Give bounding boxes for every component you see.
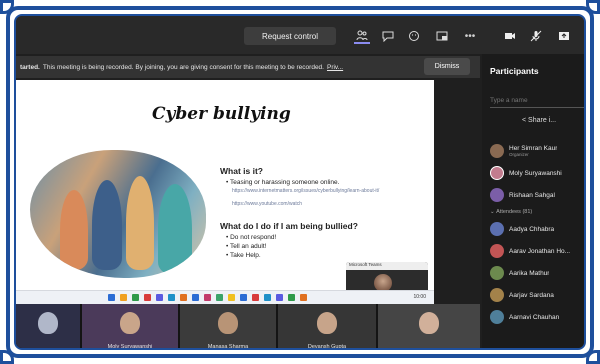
participant-search-input[interactable] — [490, 94, 584, 108]
taskbar-app-icon[interactable] — [204, 294, 211, 301]
avatar — [490, 222, 504, 236]
rooms-icon[interactable] — [434, 28, 450, 44]
tile-name: Manasa Sharma — [207, 344, 249, 350]
participant-row[interactable]: Aarnavi Chauhan — [490, 306, 584, 328]
taskbar-clock: 10:00 — [413, 294, 426, 300]
taskbar-app-icon[interactable] — [168, 294, 175, 301]
privacy-link[interactable]: Priv... — [327, 64, 343, 71]
participant-row[interactable]: Her Simran Kaur Organizer — [490, 140, 584, 162]
windows-taskbar: 10:00 — [16, 290, 434, 304]
avatar — [490, 166, 504, 180]
taskbar-app-icon[interactable] — [300, 294, 307, 301]
participant-role: Organizer — [509, 152, 529, 157]
mic-icon[interactable] — [528, 28, 544, 44]
share-icon[interactable] — [556, 28, 572, 44]
participant-name: Aarjav Sardana — [509, 291, 554, 299]
people-icon[interactable] — [354, 28, 370, 44]
recording-banner: tarted. This meeting is being recorded. … — [16, 56, 480, 78]
avatar — [490, 244, 504, 258]
video-strip: Moly Suryawanshi Manasa Sharma Devansh G… — [16, 304, 480, 350]
participant-video — [120, 312, 140, 334]
taskbar-app-icon[interactable] — [108, 294, 115, 301]
mini-window-title: Microsoft Teams — [346, 262, 428, 270]
camera-icon[interactable] — [502, 28, 518, 44]
video-tile[interactable]: Moly Suryawanshi — [82, 304, 178, 350]
attendees-label: Attendees (81) — [496, 209, 533, 215]
bullet: Tell an adult! — [226, 243, 420, 250]
participant-video — [419, 312, 439, 334]
slide-photo — [30, 150, 206, 278]
participants-panel: Participants < Share i... Her Simran Kau… — [482, 54, 584, 348]
share-invite-icon: < — [522, 117, 527, 124]
video-tile[interactable]: Devansh Gupta — [278, 304, 376, 350]
reactions-icon[interactable] — [406, 28, 422, 44]
dismiss-button[interactable]: Dismiss — [424, 58, 470, 75]
panel-title: Participants — [490, 66, 539, 76]
video-tile[interactable]: Manasa Sharma — [180, 304, 276, 350]
bullet: Teasing or harassing someone online. — [226, 179, 420, 186]
taskbar-app-icon[interactable] — [276, 294, 283, 301]
tile-name: Moly Suryawanshi — [107, 344, 153, 350]
taskbar-app-icon[interactable] — [264, 294, 271, 301]
participant-video — [38, 312, 58, 334]
frame-corner — [586, 350, 600, 364]
participant-row[interactable]: Rishaan Sahgal — [490, 184, 584, 206]
participant-video — [218, 312, 238, 334]
slide-link[interactable]: https://www.youtube.com/watch — [232, 201, 420, 208]
taskbar-app-icon[interactable] — [156, 294, 163, 301]
participant-name: Rishaan Sahgal — [509, 191, 555, 199]
participant-name: Aadya Chhabra — [509, 225, 555, 233]
participant-row[interactable]: Moly Suryawanshi — [490, 162, 584, 184]
banner-text: This meeting is being recorded. By joini… — [42, 63, 324, 71]
taskbar-app-icon[interactable] — [120, 294, 127, 301]
taskbar-app-icon[interactable] — [132, 294, 139, 301]
share-invite-button[interactable]: < Share i... — [522, 117, 556, 124]
shared-slide: Cyber bullying What is it? Teasing or ha… — [16, 80, 434, 304]
taskbar-app-icon[interactable] — [144, 294, 151, 301]
taskbar-app-icon[interactable] — [288, 294, 295, 301]
taskbar-app-icon[interactable] — [192, 294, 199, 301]
section-heading: What is it? — [220, 166, 263, 176]
participant-row[interactable]: Aarav Jonathan Ho... — [490, 240, 584, 262]
avatar — [490, 310, 504, 324]
avatar — [490, 144, 504, 158]
participant-name: Her Simran Kaur — [509, 145, 558, 152]
chat-icon[interactable] — [380, 28, 396, 44]
screenshot-area: Request control ••• tarted. This meeting… — [14, 14, 586, 350]
video-tile[interactable] — [16, 304, 80, 348]
slide-body: What is it? Teasing or harassing someone… — [220, 166, 420, 261]
avatar — [490, 288, 504, 302]
meeting-toolbar: Request control ••• — [16, 16, 584, 54]
participant-row[interactable]: Aadya Chhabra — [490, 218, 584, 240]
attendees-header[interactable]: ⌄ Attendees (81) — [490, 206, 584, 218]
participant-name: Aarika Mathur — [509, 269, 550, 277]
slide-link[interactable]: https://www.internetmatters.org/issues/c… — [232, 188, 420, 195]
avatar — [490, 266, 504, 280]
bullet: Do not respond! — [226, 234, 420, 241]
more-icon[interactable]: ••• — [462, 28, 478, 44]
tile-name: Devansh Gupta — [307, 344, 347, 350]
participant-name: Aarav Jonathan Ho... — [509, 247, 571, 255]
taskbar-app-icon[interactable] — [216, 294, 223, 301]
taskbar-app-icon[interactable] — [240, 294, 247, 301]
participant-list: Her Simran Kaur Organizer Moly Suryawans… — [490, 140, 584, 328]
bullet: Take Help. — [226, 252, 420, 259]
participant-row[interactable]: Aarjav Sardana — [490, 284, 584, 306]
section-heading: What do I do if I am being bullied? — [220, 221, 358, 231]
banner-bold: tarted. — [20, 63, 40, 71]
avatar — [490, 188, 504, 202]
participant-row[interactable]: Aarika Mathur — [490, 262, 584, 284]
taskbar-app-icon[interactable] — [252, 294, 259, 301]
taskbar-app-icon[interactable] — [228, 294, 235, 301]
taskbar-app-icon[interactable] — [180, 294, 187, 301]
participant-video — [317, 312, 337, 334]
participant-name: Moly Suryawanshi — [509, 169, 562, 177]
share-invite-label: Share i... — [528, 117, 557, 124]
request-control-button[interactable]: Request control — [244, 27, 336, 45]
participant-name: Aarnavi Chauhan — [509, 313, 560, 321]
video-tile[interactable] — [378, 304, 480, 348]
slide-title: Cyber bullying — [152, 104, 291, 124]
